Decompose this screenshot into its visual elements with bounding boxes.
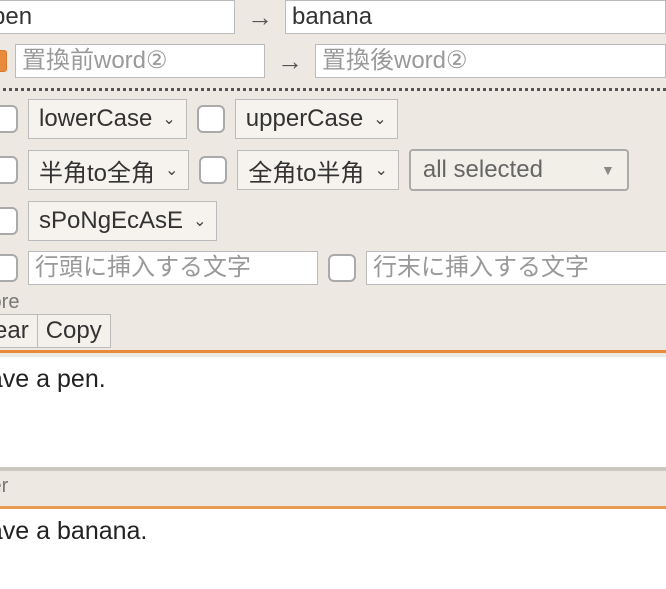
after-label: ter <box>0 475 666 498</box>
copy-button[interactable]: Copy <box>38 314 111 348</box>
spongecase-checkbox[interactable] <box>0 207 18 235</box>
lowercase-checkbox[interactable] <box>0 105 18 133</box>
fulltohalf-select[interactable]: 全角to半角 ⌄ <box>237 150 398 190</box>
after-textarea[interactable]: have a banana. <box>0 509 666 589</box>
halftofull-label: 半角to全角 <box>39 153 155 188</box>
before-top-bar <box>0 350 666 353</box>
chevron-down-icon: ⌄ <box>162 109 175 129</box>
chevron-down-icon: ⌄ <box>193 211 206 231</box>
fulltohalf-label: 全角to半角 <box>248 153 364 188</box>
spongecase-label: sPoNgEcAsE <box>39 207 183 235</box>
linehead-checkbox[interactable] <box>0 254 18 282</box>
linetail-input[interactable] <box>366 251 666 285</box>
uppercase-checkbox[interactable] <box>197 105 225 133</box>
triangle-down-icon: ▼ <box>601 162 615 178</box>
before-textarea[interactable]: have a pen. <box>0 357 666 467</box>
allselected-select[interactable]: all selected ▼ <box>409 149 629 191</box>
replace-before-2[interactable] <box>15 44 265 78</box>
before-label: fore <box>0 291 666 314</box>
linetail-checkbox[interactable] <box>328 254 356 282</box>
replace-before-1[interactable] <box>0 0 235 34</box>
halftofull-checkbox[interactable] <box>0 156 18 184</box>
replace-after-1[interactable] <box>285 0 666 34</box>
before-bottom-line <box>0 467 666 471</box>
allselected-label: all selected <box>423 156 543 184</box>
arrow-icon: → <box>273 46 307 77</box>
linehead-input[interactable] <box>28 251 318 285</box>
fulltohalf-checkbox[interactable] <box>199 156 227 184</box>
uppercase-select[interactable]: upperCase ⌄ <box>235 99 398 139</box>
uppercase-label: upperCase <box>246 105 363 133</box>
replace-after-2[interactable] <box>315 44 666 78</box>
chevron-down-icon: ⌄ <box>373 109 386 129</box>
clear-button[interactable]: ear <box>0 314 38 348</box>
chevron-down-icon: ⌄ <box>374 160 387 180</box>
lowercase-label: lowerCase <box>39 105 152 133</box>
chevron-down-icon: ⌄ <box>165 160 178 180</box>
spongecase-select[interactable]: sPoNgEcAsE ⌄ <box>28 201 217 241</box>
lowercase-select[interactable]: lowerCase ⌄ <box>28 99 187 139</box>
halftofull-select[interactable]: 半角to全角 ⌄ <box>28 150 189 190</box>
section-separator <box>0 88 666 91</box>
arrow-icon: → <box>243 2 277 33</box>
highlight-box <box>0 50 7 72</box>
